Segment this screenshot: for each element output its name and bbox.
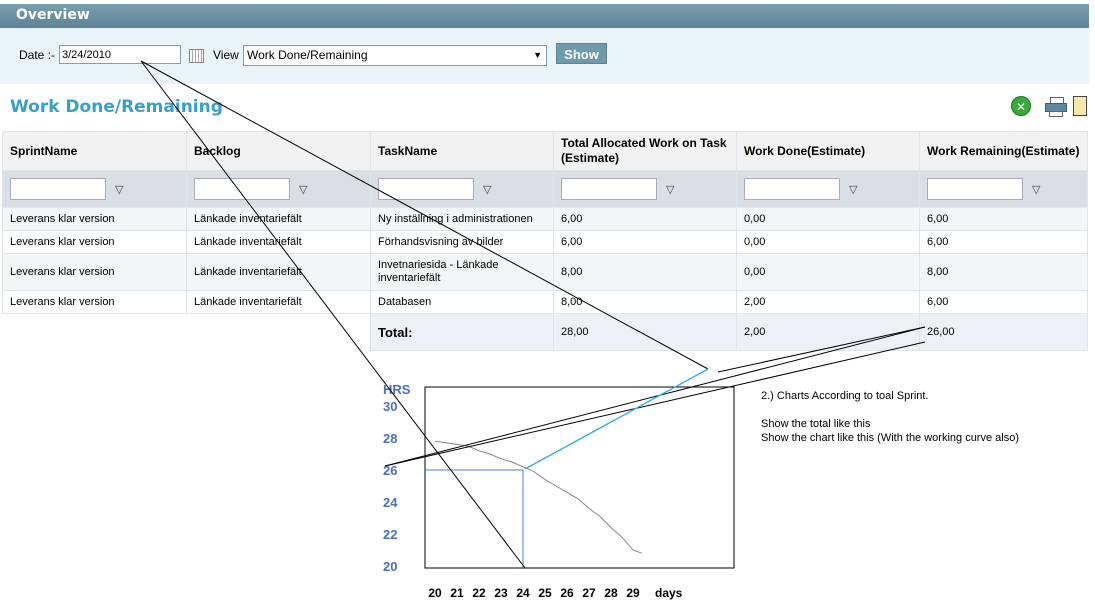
x-tick-label: 23	[494, 586, 508, 600]
y-tick-label: 28	[383, 431, 397, 446]
annotation-line	[140, 60, 709, 370]
x-tick-label: 24	[516, 586, 530, 600]
current-day-marker	[426, 469, 524, 568]
y-tick-label: 22	[383, 527, 397, 542]
x-tick-label: 22	[472, 586, 486, 600]
x-axis-label: days	[655, 586, 683, 600]
y-tick-label: 20	[383, 559, 397, 574]
note-line-3: Show the chart like this (With the worki…	[761, 432, 1019, 444]
y-tick-label: 24	[383, 495, 398, 510]
annotation-line-cyan	[524, 368, 709, 470]
working-curve	[434, 440, 642, 554]
chart-frame	[424, 386, 735, 569]
annotation-line	[140, 60, 526, 569]
x-tick-label: 27	[582, 586, 596, 600]
annotation-line	[384, 341, 926, 467]
x-tick-label: 20	[428, 586, 442, 600]
burndown-chart: HRS days 30 28 26 24 22 20 20 21 22 23 24 25 26 27 28…	[140, 60, 926, 600]
x-tick-label: 21	[450, 586, 464, 600]
x-tick-label: 28	[604, 586, 618, 600]
x-tick-label: 26	[560, 586, 574, 600]
x-tick-label: 25	[538, 586, 552, 600]
y-axis-label: HRS	[383, 382, 411, 397]
note-line-1: 2.) Charts According to toal Sprint.	[761, 390, 929, 402]
y-axis-ticks: 302826242220	[383, 399, 398, 574]
y-tick-label: 30	[383, 399, 397, 414]
x-axis-ticks: 20 21 22 23 24 25 26 27 28 29	[428, 586, 640, 600]
x-tick-label: 29	[626, 586, 640, 600]
note-line-2: Show the total like this	[761, 418, 871, 430]
